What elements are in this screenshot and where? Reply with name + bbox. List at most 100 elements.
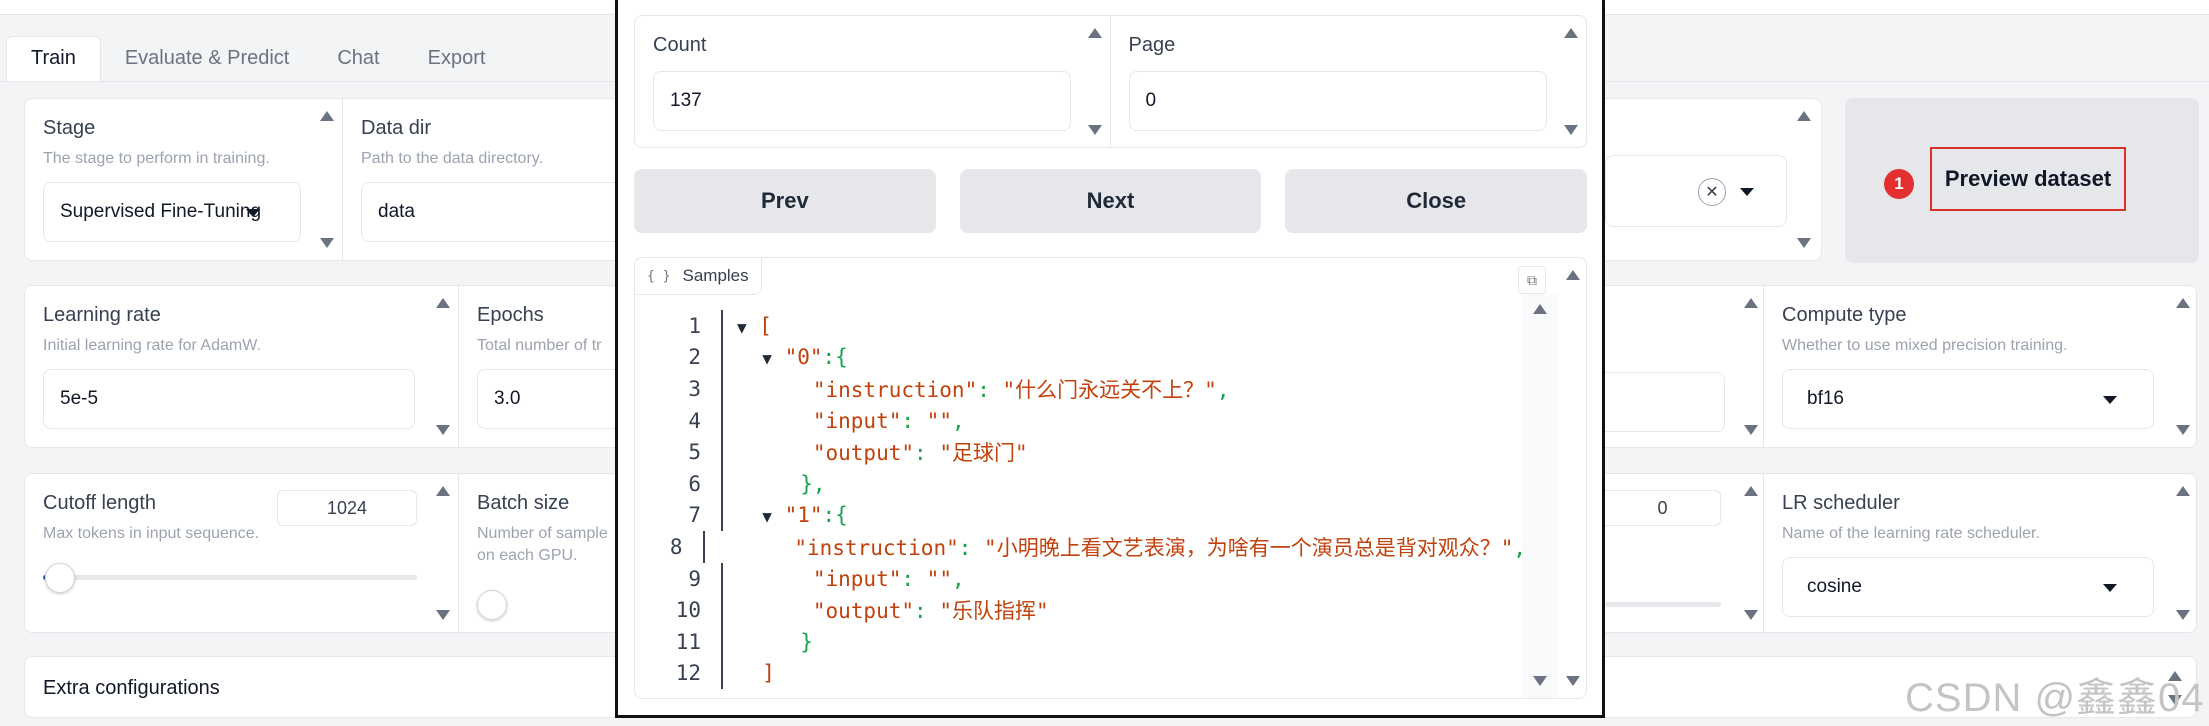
partial-number-input[interactable]: 0 — [1605, 490, 1721, 526]
next-button[interactable]: Next — [959, 169, 1262, 233]
scroll-down-icon[interactable] — [436, 610, 450, 620]
compute-type-value: bf16 — [1807, 388, 1844, 409]
json-code: 1 ▼ [ 2 ▼ "0":{ 3 "instruction": "什么门永远关不… — [659, 310, 1526, 698]
json-key: "output" — [812, 599, 915, 624]
code-line: 7 ▼ "1":{ — [659, 499, 1526, 532]
line-number: 3 — [659, 373, 723, 405]
line-number: 6 — [659, 467, 723, 500]
compute-type-dropdown[interactable]: bf16 — [1782, 369, 2154, 429]
extra-config-label: Extra configurations — [43, 677, 220, 699]
collapse-icon[interactable]: ▼ — [737, 318, 747, 337]
tab-bar: Train Evaluate & Predict Chat Export — [6, 36, 510, 82]
scroll-down-icon[interactable] — [1533, 676, 1547, 686]
samples-label: Samples — [682, 266, 749, 285]
scroll-up-icon[interactable] — [1087, 28, 1102, 38]
line-number: 1 — [659, 310, 723, 342]
cutoff-slider-thumb[interactable] — [45, 563, 75, 593]
page-input[interactable]: 0 — [1128, 71, 1547, 131]
tab-export[interactable]: Export — [404, 37, 510, 82]
code-line: 10 "output": "乐队指挥" — [659, 594, 1526, 626]
learning-rate-input[interactable]: 5e-5 — [43, 369, 415, 429]
scroll-up-icon[interactable] — [1566, 270, 1580, 280]
lr-scheduler-label: LR scheduler — [1782, 492, 1900, 514]
scroll-down-icon[interactable] — [2176, 610, 2190, 620]
line-number: 11 — [659, 625, 723, 658]
scroll-down-icon[interactable] — [1797, 238, 1811, 248]
tab-chat[interactable]: Chat — [313, 37, 403, 82]
count-input[interactable]: 137 — [653, 71, 1071, 131]
line-number: 8 — [659, 531, 705, 563]
scroll-down-icon[interactable] — [1087, 125, 1102, 135]
close-button[interactable]: Close — [1285, 169, 1588, 233]
cutoff-block: Cutoff length Max tokens in input sequen… — [25, 474, 459, 632]
prev-button[interactable]: Prev — [634, 169, 936, 233]
line-number: 2 — [659, 341, 723, 374]
cutoff-slider-track[interactable] — [43, 575, 417, 580]
code-line: 11 } — [659, 625, 1526, 658]
scroll-down-icon[interactable] — [1564, 125, 1578, 135]
compute-type-block: Compute type Whether to use mixed precis… — [1763, 286, 2198, 447]
scroll-down-icon[interactable] — [2176, 425, 2190, 435]
scroll-down-icon[interactable] — [320, 238, 334, 248]
scroll-up-icon[interactable] — [436, 486, 450, 496]
stage-value: Supervised Fine-Tuning — [60, 201, 262, 222]
learning-rate-label: Learning rate — [43, 304, 161, 326]
partial-slider-track[interactable] — [1605, 602, 1721, 607]
learning-rate-block: Learning rate Initial learning rate for … — [25, 286, 459, 447]
collapse-icon[interactable]: ▼ — [762, 349, 772, 368]
step-badge: 1 — [1884, 169, 1914, 199]
stage-dropdown[interactable]: Supervised Fine-Tuning — [43, 182, 301, 242]
scroll-up-icon[interactable] — [1533, 304, 1547, 314]
lr-scheduler-dropdown[interactable]: cosine — [1782, 557, 2154, 617]
batch-size-slider-thumb[interactable] — [477, 590, 507, 620]
modal-number-row: Count 137 Page 0 — [634, 15, 1587, 148]
scroll-up-icon[interactable] — [320, 111, 334, 121]
stage-info: The stage to perform in training. — [43, 150, 270, 167]
tab-evaluate-predict[interactable]: Evaluate & Predict — [101, 37, 314, 82]
lr-scheduler-info: Name of the learning rate scheduler. — [1782, 525, 2040, 542]
chevron-down-icon — [2103, 584, 2117, 592]
page-label: Page — [1128, 34, 1176, 56]
line-number: 10 — [659, 594, 723, 626]
clear-icon[interactable]: ✕ — [1698, 178, 1726, 206]
scroll-down-icon[interactable] — [1566, 676, 1580, 686]
preview-dataset-button[interactable]: 1 Preview dataset — [1845, 98, 2199, 263]
cutoff-number-input[interactable]: 1024 — [277, 490, 417, 526]
scroll-up-icon[interactable] — [1744, 298, 1758, 308]
chevron-down-icon — [2103, 396, 2117, 404]
preview-dataset-modal: Count 137 Page 0 Prev Next Close { } Sam… — [615, 0, 1605, 718]
scroll-up-icon[interactable] — [1564, 28, 1578, 38]
code-line: 6 }, — [659, 467, 1526, 500]
scroll-down-icon[interactable] — [1744, 425, 1758, 435]
code-line: 9 "input": "", — [659, 562, 1526, 595]
count-block: Count 137 — [635, 16, 1111, 147]
scroll-down-icon[interactable] — [436, 425, 450, 435]
line-number: 7 — [659, 499, 723, 532]
scroll-down-icon[interactable] — [1744, 610, 1758, 620]
lr-scheduler-block: LR scheduler Name of the learning rate s… — [1763, 474, 2198, 632]
modal-button-row: Prev Next Close — [634, 169, 1588, 233]
scroll-up-icon[interactable] — [436, 298, 450, 308]
json-key: "instruction" — [812, 377, 978, 402]
code-line: 3 "instruction": "什么门永远关不上？", — [659, 373, 1526, 405]
json-value: "什么门永远关不上？" — [1002, 377, 1217, 402]
preview-dataset-label: Preview dataset — [1930, 147, 2126, 211]
samples-tab: { } Samples — [635, 258, 762, 295]
stage-block: Stage The stage to perform in training. … — [25, 99, 343, 260]
partial-input[interactable] — [1605, 372, 1725, 432]
dataset-dropdown[interactable]: ✕ — [1605, 155, 1787, 227]
json-key: "output" — [812, 441, 915, 466]
copy-icon[interactable]: ⧉ — [1518, 266, 1546, 294]
scroll-up-icon[interactable] — [2176, 486, 2190, 496]
json-key: "input" — [812, 566, 902, 591]
json-icon: { } — [647, 268, 671, 284]
scroll-up-icon[interactable] — [1797, 111, 1811, 121]
scroll-up-icon[interactable] — [2176, 298, 2190, 308]
page-block: Page 0 — [1111, 16, 1587, 147]
chevron-down-icon[interactable] — [1740, 188, 1754, 196]
scroll-up-icon[interactable] — [1744, 486, 1758, 496]
code-scrollbar[interactable] — [1522, 294, 1558, 698]
collapse-icon[interactable]: ▼ — [762, 507, 772, 526]
tab-train[interactable]: Train — [6, 36, 101, 82]
code-line: 2 ▼ "0":{ — [659, 341, 1526, 374]
